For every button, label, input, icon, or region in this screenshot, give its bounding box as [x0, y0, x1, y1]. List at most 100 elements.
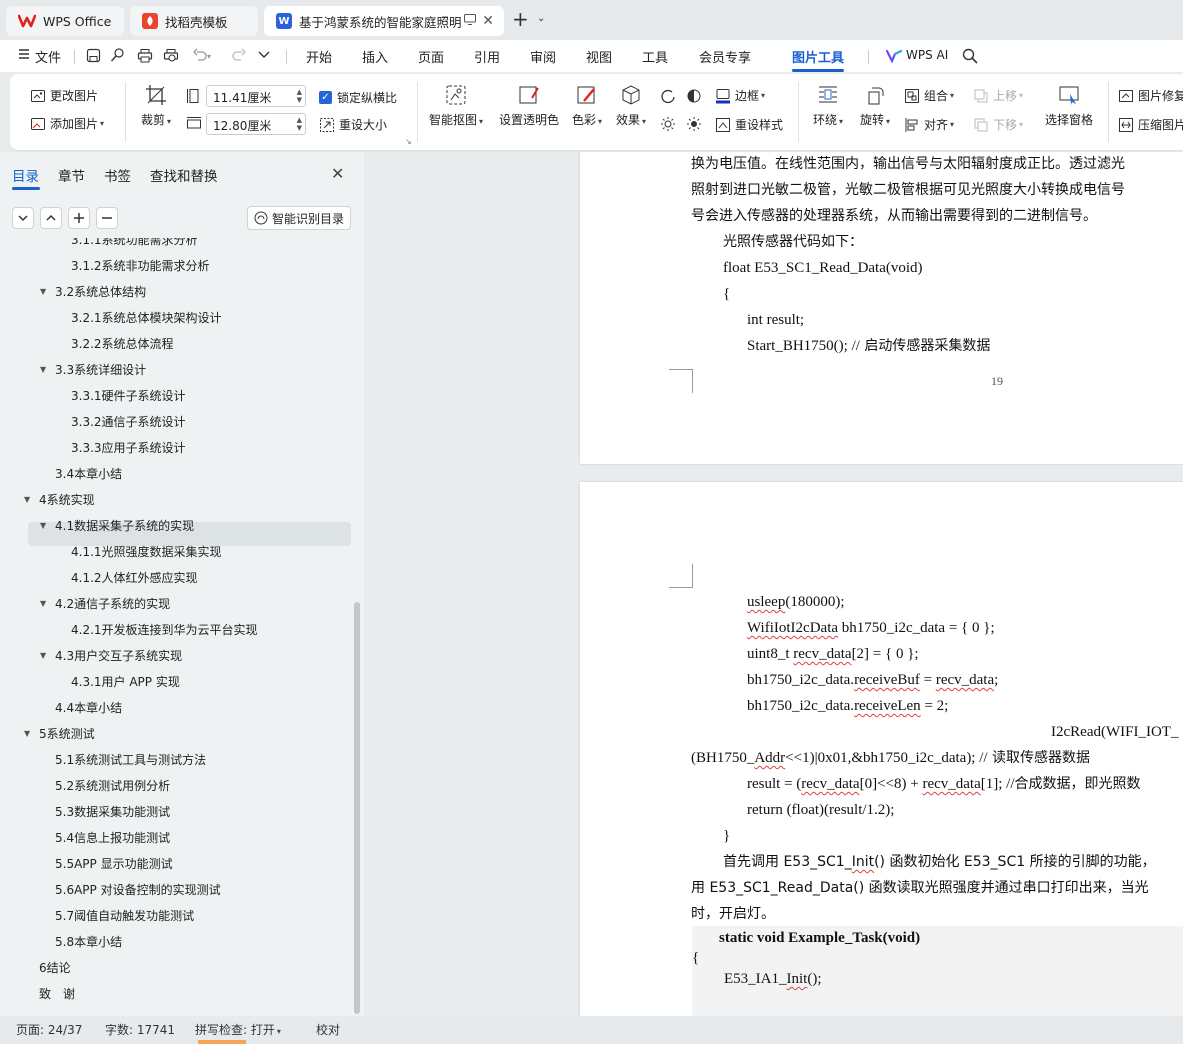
selection-pane-button[interactable]: 选择窗格 — [1040, 84, 1098, 128]
toc-item[interactable]: 4.1.1光照强度数据采集实现 — [0, 540, 350, 564]
close-tab-icon[interactable]: ✕ — [482, 13, 494, 29]
save-icon[interactable] — [86, 48, 101, 63]
nav-tab-toc[interactable]: 目录 — [12, 165, 39, 185]
chevron-down-icon[interactable]: ⌄ — [537, 13, 545, 24]
undo-icon[interactable] — [193, 48, 207, 62]
toc-item[interactable]: ▼ 3.3系统详细设计 — [0, 358, 350, 382]
more-chevron-icon[interactable] — [258, 51, 270, 59]
expand-caret-icon[interactable]: ▼ — [40, 592, 46, 616]
menu-insert[interactable]: 插入 — [362, 47, 388, 66]
toc-item[interactable]: 6结论 — [0, 956, 350, 980]
rotate-button[interactable]: 旋转 ▾ — [855, 84, 895, 128]
toc-item[interactable]: 致 谢 — [0, 982, 350, 1006]
crop-button[interactable]: 裁剪 ▾ — [136, 84, 176, 128]
toc-item[interactable]: ▼ 4系统实现 — [0, 488, 350, 512]
export-icon[interactable] — [110, 48, 125, 63]
toc-item[interactable]: ▼ 3.2系统总体结构 — [0, 280, 350, 304]
toc-item[interactable]: ▼ 4.2通信子系统的实现 — [0, 592, 350, 616]
word-count[interactable]: 字数: 17741 — [105, 1021, 175, 1038]
new-tab-icon[interactable]: + — [512, 9, 529, 29]
search-icon[interactable] — [962, 48, 978, 64]
border-button[interactable]: 边框 ▾ — [715, 87, 765, 104]
menu-member[interactable]: 会员专享 — [699, 47, 751, 66]
toc-item[interactable]: 5.6APP 对设备控制的实现测试 — [0, 878, 350, 902]
print-preview-icon[interactable] — [163, 48, 179, 63]
menu-home[interactable]: 开始 — [306, 47, 332, 66]
lock-ratio-checkbox[interactable]: ✓ 锁定纵横比 — [319, 89, 397, 106]
add-heading-button[interactable] — [68, 207, 90, 229]
nav-tab-find-replace[interactable]: 查找和替换 — [150, 165, 218, 185]
menu-picture-tools[interactable]: 图片工具 — [792, 47, 844, 66]
expand-caret-icon[interactable]: ▼ — [24, 488, 30, 512]
toc-item[interactable]: 3.3.1硬件子系统设计 — [0, 384, 350, 408]
smart-toc-button[interactable]: 智能识别目录 — [247, 206, 351, 230]
tab-document[interactable]: W 基于鸿蒙系统的智能家庭照明 ✕ — [264, 6, 504, 36]
expand-caret-icon[interactable]: ▼ — [40, 644, 46, 668]
color-button[interactable]: 色彩 ▾ — [568, 84, 606, 128]
toc-item[interactable]: 3.4本章小结 — [0, 462, 350, 486]
toc-item[interactable]: 5.5APP 显示功能测试 — [0, 852, 350, 876]
toc-item[interactable]: 3.2.2系统总体流程 — [0, 332, 350, 356]
collapse-up-button[interactable] — [40, 207, 62, 229]
toc-item[interactable]: 5.7阈值自动触发功能测试 — [0, 904, 350, 928]
toc-item[interactable]: 3.3.3应用子系统设计 — [0, 436, 350, 460]
effect-button[interactable]: 效果 ▾ — [612, 84, 650, 128]
expand-caret-icon[interactable]: ▼ — [24, 722, 30, 746]
brightness-down-icon[interactable] — [660, 116, 676, 132]
change-picture-button[interactable]: 更改图片 — [30, 87, 98, 104]
expand-caret-icon[interactable]: ▼ — [40, 514, 46, 538]
nav-tab-chapter[interactable]: 章节 — [58, 165, 85, 185]
scrollbar-thumb[interactable] — [354, 602, 360, 1014]
contrast-icon[interactable] — [686, 88, 702, 104]
bring-forward-button[interactable]: 上移 ▾ — [973, 87, 1023, 104]
group-button[interactable]: 组合 ▾ — [904, 87, 954, 104]
toc-item[interactable]: 3.1.2系统非功能需求分析 — [0, 254, 350, 278]
compress-picture-button[interactable]: 压缩图片 — [1118, 116, 1183, 133]
toc-item[interactable]: 5.1系统测试工具与测试方法 — [0, 748, 350, 772]
toc-item[interactable]: 3.2.1系统总体模块架构设计 — [0, 306, 350, 330]
wps-ai-icon[interactable] — [886, 49, 902, 63]
menu-page[interactable]: 页面 — [418, 47, 444, 66]
spinner-icon[interactable]: ▲ ▼ — [297, 88, 302, 104]
add-picture-button[interactable]: 添加图片 ▾ — [30, 115, 104, 132]
toc-item[interactable]: ▼ 4.1数据采集子系统的实现 — [0, 514, 350, 538]
close-panel-icon[interactable]: ✕ — [331, 164, 344, 183]
menu-file[interactable]: 文件 — [35, 47, 61, 66]
page-counter[interactable]: 页面: 24/37 — [16, 1021, 82, 1038]
toc-item[interactable]: ▼ 4.3用户交互子系统实现 — [0, 644, 350, 668]
reset-style-button[interactable]: 重设样式 — [715, 116, 783, 133]
menu-wps-ai[interactable]: WPS AI — [906, 48, 948, 62]
toc-item[interactable]: 4.4本章小结 — [0, 696, 350, 720]
menu-view[interactable]: 视图 — [586, 47, 612, 66]
smart-cutout-button[interactable]: 智能抠图 ▾ — [424, 84, 488, 128]
toc-item[interactable]: 5.4信息上报功能测试 — [0, 826, 350, 850]
collapse-down-button[interactable] — [12, 207, 34, 229]
monitor-icon[interactable] — [464, 14, 476, 25]
redo-icon[interactable] — [232, 48, 246, 62]
spinner-icon[interactable]: ▲ ▼ — [297, 116, 302, 132]
height-input[interactable]: 12.80厘米 ▲ ▼ — [206, 113, 306, 135]
proofread-button[interactable]: 校对 — [316, 1021, 340, 1038]
menu-reference[interactable]: 引用 — [474, 47, 500, 66]
print-icon[interactable] — [137, 48, 153, 63]
chevron-down-icon[interactable]: ▾ — [207, 52, 211, 61]
wrap-button[interactable]: 环绕 ▾ — [808, 84, 848, 128]
toc-item[interactable]: 3.1.1系统功能需求分析 — [0, 238, 350, 252]
toc-item[interactable]: 5.8本章小结 — [0, 930, 350, 954]
menu-tools[interactable]: 工具 — [642, 47, 668, 66]
brightness-up-icon[interactable] — [686, 116, 702, 132]
set-transparent-button[interactable]: 设置透明色 — [496, 84, 562, 128]
toc-item[interactable]: 5.2系统测试用例分析 — [0, 774, 350, 798]
spell-check-toggle[interactable]: 拼写检查: 打开 ▾ — [195, 1021, 281, 1038]
reset-size-button[interactable]: 重设大小 — [319, 116, 387, 133]
expand-dialog-icon[interactable]: ↘ — [405, 137, 412, 146]
picture-repair-button[interactable]: 图片修复 — [1118, 87, 1183, 104]
tab-find-template[interactable]: 找稻壳模板 — [130, 6, 258, 36]
nav-tab-bookmark[interactable]: 书签 — [104, 165, 131, 185]
hamburger-menu-icon[interactable] — [18, 48, 30, 60]
toc-item[interactable]: 3.3.2通信子系统设计 — [0, 410, 350, 434]
expand-caret-icon[interactable]: ▼ — [40, 280, 46, 304]
toc-item[interactable]: 5.3数据采集功能测试 — [0, 800, 350, 824]
width-input[interactable]: 11.41厘米 ▲ ▼ — [206, 85, 306, 107]
toc-item[interactable]: 4.2.1开发板连接到华为云平台实现 — [0, 618, 350, 642]
